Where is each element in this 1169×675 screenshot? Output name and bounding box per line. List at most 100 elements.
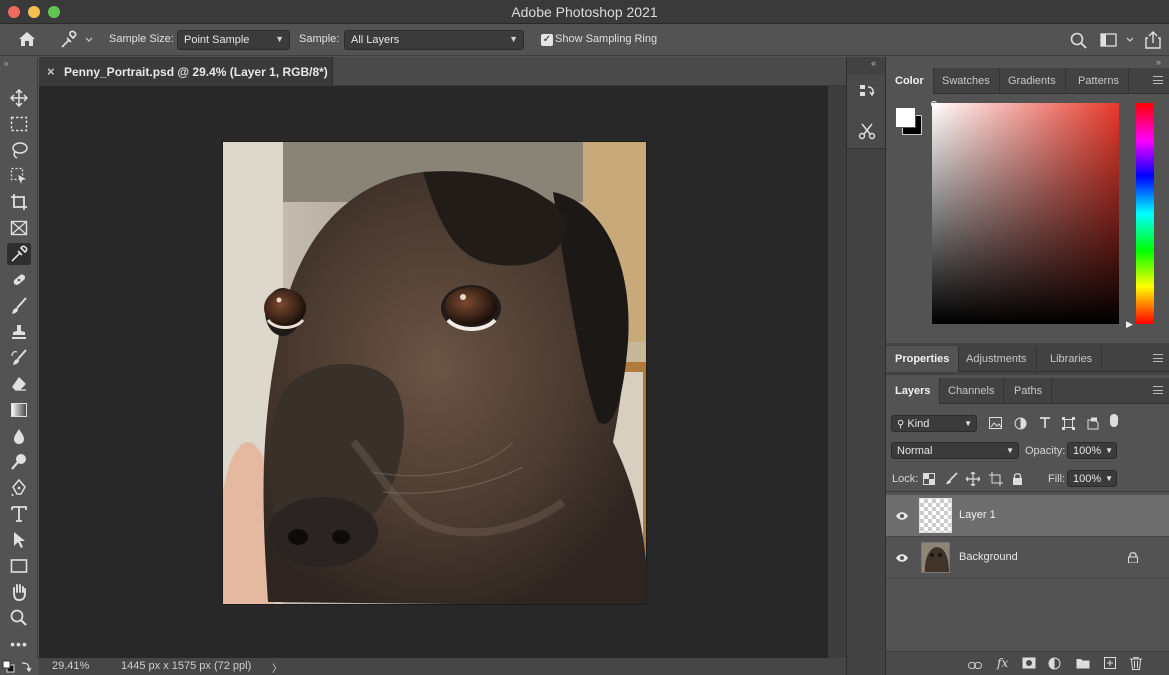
panel-menu-icon[interactable]: [1153, 354, 1163, 362]
history-icon[interactable]: [857, 81, 877, 104]
document-tab[interactable]: × Penny_Portrait.psd @ 29.4% (Layer 1, R…: [39, 57, 333, 86]
document-tab-bar: [333, 57, 846, 86]
blend-mode-select[interactable]: Normal ▼: [891, 442, 1019, 459]
marquee-tool[interactable]: [7, 113, 31, 135]
document-canvas[interactable]: [222, 141, 647, 605]
status-menu-arrow[interactable]: 〉: [272, 660, 282, 675]
tool-presets-icon[interactable]: [857, 121, 877, 144]
layer-style-icon[interactable]: fx: [997, 656, 1008, 670]
close-tab-icon[interactable]: ×: [47, 64, 55, 79]
filter-shape-icon[interactable]: [1062, 417, 1075, 433]
tab-layers[interactable]: Layers: [886, 378, 941, 404]
filter-toggle-switch[interactable]: [1110, 414, 1118, 427]
tab-paths[interactable]: Paths: [1005, 378, 1053, 404]
filter-adjustment-icon[interactable]: [1014, 417, 1027, 433]
collapse-panels-icon[interactable]: «: [871, 58, 876, 68]
path-selection-tool[interactable]: [7, 529, 31, 551]
sample-select[interactable]: All Layers ▼: [344, 30, 524, 50]
lock-image-pixels-icon[interactable]: [945, 472, 958, 488]
type-tool[interactable]: [7, 503, 31, 525]
eraser-tool[interactable]: [7, 373, 31, 395]
opacity-value: 100%: [1073, 445, 1102, 457]
eyedropper-tool[interactable]: [7, 243, 31, 265]
tab-gradients[interactable]: Gradients: [999, 68, 1066, 94]
eye-icon[interactable]: [895, 552, 909, 566]
tab-adjustments[interactable]: Adjustments: [957, 346, 1037, 372]
vertical-scrollbar[interactable]: [828, 86, 846, 658]
blur-tool[interactable]: [7, 425, 31, 447]
history-brush-tool[interactable]: [7, 347, 31, 369]
hand-tool[interactable]: [7, 581, 31, 603]
gradient-tool[interactable]: [7, 399, 31, 421]
foreground-color-swatch[interactable]: [895, 107, 916, 128]
clone-stamp-tool[interactable]: [7, 321, 31, 343]
tab-swatches[interactable]: Swatches: [933, 68, 1000, 94]
layer-filter-kind-select[interactable]: ⚲ Kind ▼: [891, 415, 977, 432]
edit-toolbar-tool[interactable]: •••: [7, 633, 31, 655]
pen-tool[interactable]: [7, 477, 31, 499]
layer-name[interactable]: Background: [959, 551, 1018, 563]
lasso-tool[interactable]: [7, 139, 31, 161]
tab-patterns[interactable]: Patterns: [1069, 68, 1129, 94]
opacity-label: Opacity:: [1025, 445, 1066, 457]
dodge-tool[interactable]: [7, 451, 31, 473]
minimize-window-button[interactable]: [28, 6, 40, 18]
eye-icon[interactable]: [895, 510, 909, 524]
zoom-window-button[interactable]: [48, 6, 60, 18]
new-layer-icon[interactable]: [1104, 657, 1116, 672]
type-icon: [11, 506, 27, 522]
lock-position-icon[interactable]: [965, 471, 981, 489]
panel-menu-icon[interactable]: [1153, 76, 1163, 84]
healing-brush-tool[interactable]: [7, 269, 31, 291]
color-field[interactable]: [932, 103, 1119, 324]
tab-color[interactable]: Color: [886, 68, 934, 94]
tab-libraries[interactable]: Libraries: [1041, 346, 1103, 372]
rectangle-tool[interactable]: [7, 555, 31, 577]
add-mask-icon[interactable]: [1022, 657, 1036, 672]
layer-name[interactable]: Layer 1: [959, 509, 996, 521]
layer-row[interactable]: Background: [886, 537, 1169, 579]
expand-tools-icon[interactable]: »: [4, 59, 8, 68]
frame-tool[interactable]: [7, 217, 31, 239]
panel-menu-icon[interactable]: [1153, 386, 1163, 394]
move-icon: [10, 89, 28, 107]
eyedropper-preset-icon[interactable]: [58, 30, 98, 53]
move-tool[interactable]: [7, 87, 31, 109]
filter-pixel-icon[interactable]: [989, 417, 1002, 432]
lock-transparent-pixels-icon[interactable]: [923, 473, 935, 488]
layer-row[interactable]: Layer 1: [886, 495, 1169, 537]
brush-tool[interactable]: [7, 295, 31, 317]
object-selection-tool[interactable]: [7, 165, 31, 187]
hue-slider-handle[interactable]: ▶: [1126, 319, 1133, 330]
sampling-ring-checkbox[interactable]: ✓: [541, 34, 553, 46]
link-layers-icon[interactable]: [968, 659, 982, 673]
opacity-field[interactable]: 100% ▼: [1067, 442, 1117, 459]
dodge-icon: [11, 454, 26, 470]
color-swatches-mini[interactable]: [2, 660, 36, 675]
filter-type-icon[interactable]: [1039, 417, 1051, 432]
adjustment-layer-icon[interactable]: [1048, 657, 1061, 673]
workspace-icon[interactable]: [1100, 33, 1138, 50]
new-group-icon[interactable]: [1076, 657, 1090, 672]
lock-all-icon[interactable]: [1012, 472, 1023, 488]
title-bar: Adobe Photoshop 2021: [0, 0, 1169, 24]
layers-footer: fx: [886, 651, 1169, 675]
hue-slider[interactable]: [1136, 103, 1154, 324]
home-icon[interactable]: [18, 31, 36, 50]
tab-properties[interactable]: Properties: [886, 346, 960, 372]
collapse-right-icon[interactable]: »: [1156, 57, 1161, 67]
canvas-area[interactable]: [39, 86, 828, 658]
crop-tool[interactable]: [7, 191, 31, 213]
filter-smart-object-icon[interactable]: [1087, 417, 1099, 433]
search-icon[interactable]: [1070, 32, 1087, 52]
fill-field[interactable]: 100% ▼: [1067, 470, 1117, 487]
share-icon[interactable]: [1145, 31, 1161, 52]
close-window-button[interactable]: [8, 6, 20, 18]
sample-size-select[interactable]: Point Sample ▼: [177, 30, 290, 50]
zoom-tool[interactable]: [7, 607, 31, 629]
color-picker-marker[interactable]: [931, 101, 937, 107]
zoom-level[interactable]: 29.41%: [52, 660, 89, 672]
delete-layer-icon[interactable]: [1130, 657, 1142, 673]
tab-channels[interactable]: Channels: [939, 378, 1005, 404]
lock-artboard-icon[interactable]: [989, 472, 1003, 489]
